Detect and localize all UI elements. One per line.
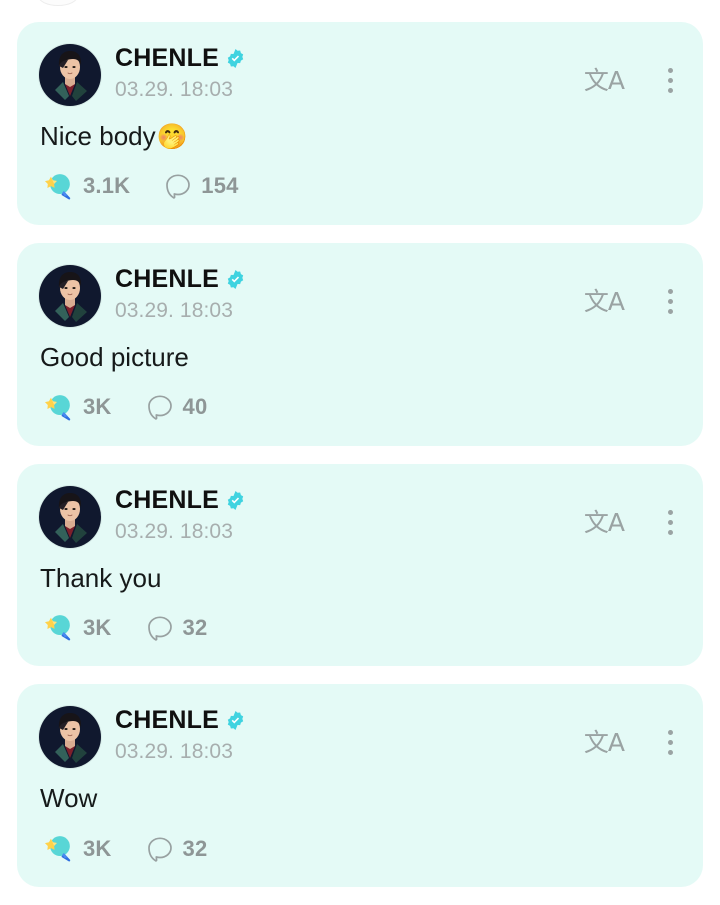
translate-icon[interactable]: 文A (584, 289, 625, 314)
more-options-icon[interactable] (662, 728, 679, 757)
comment-bubble-icon (147, 616, 172, 641)
more-options-icon[interactable] (662, 66, 679, 95)
post-stats: 3K 32 (41, 611, 683, 644)
more-options-icon[interactable] (662, 287, 679, 316)
comment-stat[interactable]: 154 (164, 172, 238, 200)
post-message-text: Thank you (40, 562, 162, 593)
post-message-text: Good picture (40, 341, 189, 372)
verified-badge-icon (227, 49, 244, 68)
avatar[interactable] (39, 706, 101, 769)
avatar-photo (55, 713, 87, 764)
post-message: Wow (40, 782, 683, 816)
menu-dot (668, 68, 673, 73)
avatar-photo (55, 492, 87, 543)
author-name: CHENLE (115, 485, 219, 514)
comment-bubble-icon (147, 395, 172, 420)
post-message-emoji: 🤭 (156, 121, 188, 151)
menu-dot (668, 750, 673, 756)
avatar-photo (55, 271, 87, 322)
comment-stat[interactable]: 32 (146, 835, 208, 863)
menu-dot (668, 288, 673, 294)
post-stats: 3K 32 (41, 832, 683, 865)
comment-count: 154 (201, 173, 239, 199)
reaction-count: 3K (83, 614, 112, 640)
post-message-text: Wow (40, 783, 98, 814)
reaction-stat[interactable]: 3K (41, 391, 112, 424)
post-stats: 3K 40 (41, 391, 683, 424)
reaction-stat[interactable]: 3K (41, 832, 112, 865)
comment-count: 32 (182, 835, 208, 861)
post-message: Thank you (40, 562, 683, 596)
post-feed: CHENLE 03.29. 18:03 文A Nice body 🤭 3.1K … (0, 0, 720, 905)
author-name: CHENLE (115, 264, 219, 293)
author-name: CHENLE (115, 44, 219, 72)
post-card-2[interactable]: CHENLE 03.29. 18:03 文A Good picture 3K 4… (17, 242, 703, 446)
translate-icon[interactable]: 文A (584, 730, 625, 755)
translate-icon[interactable]: 文A (584, 510, 625, 535)
verified-badge-icon (227, 711, 244, 731)
reaction-count: 3K (83, 394, 112, 420)
reaction-stat[interactable]: 3K (41, 611, 112, 644)
verified-badge-icon (227, 269, 244, 289)
verified-badge-icon (227, 490, 244, 510)
post-message-text: Nice body (40, 121, 156, 151)
menu-dot (668, 509, 673, 515)
reaction-count: 3K (83, 835, 112, 861)
avatar[interactable] (39, 485, 101, 548)
menu-dot (668, 88, 673, 93)
translate-icon[interactable]: 文A (584, 68, 625, 93)
reaction-count: 3.1K (83, 173, 131, 199)
post-stats: 3.1K 154 (41, 170, 683, 203)
more-options-icon[interactable] (662, 508, 679, 537)
menu-dot (668, 519, 673, 525)
star-balloon-icon (44, 836, 71, 862)
reaction-stat[interactable]: 3.1K (41, 170, 130, 203)
author-name: CHENLE (115, 706, 219, 735)
post-card-4[interactable]: CHENLE 03.29. 18:03 文A Wow 3K 32 (17, 684, 703, 888)
post-card-3[interactable]: CHENLE 03.29. 18:03 文A Thank you 3K 32 (17, 463, 703, 667)
avatar[interactable] (39, 44, 101, 106)
star-balloon-icon (44, 615, 71, 641)
menu-dot (668, 740, 673, 746)
post-actions: 文A (584, 508, 679, 537)
post-actions: 文A (584, 66, 679, 95)
post-actions: 文A (584, 728, 679, 757)
comment-count: 40 (182, 394, 208, 420)
comment-stat[interactable]: 32 (146, 614, 208, 642)
post-actions: 文A (584, 287, 679, 316)
menu-dot (668, 308, 673, 314)
comment-stat[interactable]: 40 (146, 393, 208, 421)
post-message: Nice body 🤭 (40, 120, 683, 154)
menu-dot (668, 298, 673, 304)
post-card-1[interactable]: CHENLE 03.29. 18:03 文A Nice body 🤭 3.1K … (17, 22, 703, 225)
menu-dot (668, 529, 673, 535)
comment-bubble-icon (147, 837, 172, 862)
post-message: Good picture (40, 341, 683, 375)
menu-dot (668, 78, 673, 83)
avatar-photo (55, 51, 87, 101)
menu-dot (668, 730, 673, 736)
avatar[interactable] (39, 264, 101, 327)
comment-bubble-icon (166, 174, 191, 200)
star-balloon-icon (44, 173, 71, 200)
star-balloon-icon (44, 394, 71, 421)
comment-count: 32 (182, 614, 208, 640)
